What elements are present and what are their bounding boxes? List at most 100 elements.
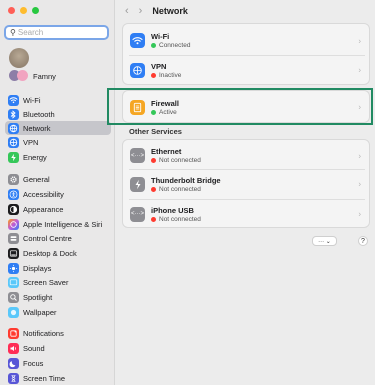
sidebar-item-focus[interactable]: Focus [5,356,111,370]
sidebar-item-network[interactable]: Network [5,121,111,135]
sidebar-item-label: Sound [23,343,45,353]
accessibility-icon [8,188,19,200]
window-controls [8,7,39,14]
status-dot [151,43,156,48]
sidebar-item-accessibility[interactable]: Accessibility [5,187,111,201]
zoom-button[interactable] [32,7,39,14]
chevron-right-icon: › [358,179,361,189]
speaker-icon [8,342,19,354]
main-pane: ‹ › Network Wi-Fi Connected › VPN Inacti… [116,0,375,385]
sidebar-item-label: Bluetooth [23,109,55,119]
service-row-vpn[interactable]: VPN Inactive › [123,56,369,84]
wallpaper-icon [8,306,19,318]
sidebar-item-label: General [23,174,50,184]
sidebar-item-label: Energy [23,152,47,162]
status-dot [151,186,156,192]
section-title: Other Services [129,127,182,136]
siri-icon [8,218,19,230]
service-name: VPN [151,61,167,71]
sidebar-item-wallpaper[interactable]: Wallpaper [5,305,111,319]
forward-button[interactable]: › [139,5,143,17]
minimize-button[interactable] [20,7,27,14]
status-dot [151,216,156,222]
service-row-ethernet[interactable]: <···> Ethernet Not connected › [123,142,369,169]
sidebar-item-sound[interactable]: Sound [5,341,111,355]
sidebar-item-control-centre[interactable]: Control Centre [5,231,111,245]
status-dot [151,158,156,163]
sun-icon [8,262,19,274]
sidebar-item-displays[interactable]: Displays [5,261,111,275]
avatar[interactable] [9,48,29,68]
sidebar-item-label: Control Centre [23,233,72,243]
bluetooth-icon [8,108,19,120]
sidebar-item-label: Network [23,123,51,133]
service-status: Connected [159,42,191,49]
chevron-right-icon: › [358,36,361,45]
appearance-icon [8,203,19,215]
ethernet-icon: <···> [130,206,145,222]
service-name: iPhone USB [151,205,194,215]
control-centre-icon [8,232,19,244]
gear-icon [8,173,19,185]
status-dot [151,72,156,78]
services-card: Wi-Fi Connected › VPN Inactive › [122,23,370,85]
sidebar-item-label: Notifications [23,328,64,338]
sidebar: ⚲ Search Famny Wi-Fi Bluetooth Network V… [0,0,115,385]
service-status: Not connected [159,157,201,164]
other-services-card: <···> Ethernet Not connected › Thunderbo… [122,139,370,228]
sidebar-item-label: Appearance [23,204,64,214]
help-button[interactable]: ? [358,236,368,246]
chevron-right-icon: › [358,65,361,75]
search-icon: ⚲ [10,28,16,37]
sidebar-item-label: Desktop & Dock [23,248,77,258]
search-icon [8,291,19,303]
service-name: Wi-Fi [151,32,170,41]
globe-lock-icon [130,62,145,78]
sidebar-item-label: Displays [23,263,52,273]
sidebar-item-appearance[interactable]: Appearance [5,202,111,216]
moon-icon [8,357,19,369]
family-item[interactable]: Famny [9,70,56,82]
service-status: Not connected [159,215,201,223]
sidebar-item-vpn[interactable]: VPN [5,135,111,149]
sidebar-item-wifi[interactable]: Wi-Fi [5,93,111,107]
sidebar-item-label: Wallpaper [23,307,57,317]
sidebar-item-label: Wi-Fi [23,95,41,105]
back-button[interactable]: ‹ [125,5,129,17]
search-input[interactable]: ⚲ Search [4,25,109,40]
search-placeholder: Search [17,28,44,37]
hourglass-icon [8,372,19,384]
service-status: Inactive [159,71,182,79]
service-name: Ethernet [151,147,182,156]
sidebar-item-label: Screen Saver [23,277,69,287]
sidebar-item-label: Apple Intelligence & Siri [23,219,103,229]
thunderbolt-icon [130,176,145,192]
toolbar: ‹ › Network [116,0,375,22]
globe-icon [8,122,19,134]
bell-icon [8,327,19,339]
family-label: Famny [33,71,56,81]
sidebar-item-general[interactable]: General [5,172,111,186]
bolt-icon [8,151,19,163]
sidebar-item-spotlight[interactable]: Spotlight [5,290,111,304]
sidebar-item-bluetooth[interactable]: Bluetooth [5,107,111,121]
service-row-iphone-usb[interactable]: <···> iPhone USB Not connected › [123,200,369,228]
service-row-wifi[interactable]: Wi-Fi Connected › [123,27,369,54]
sidebar-item-energy[interactable]: Energy [5,150,111,164]
sidebar-item-siri[interactable]: Apple Intelligence & Siri [5,217,111,231]
sidebar-item-label: Spotlight [23,292,53,302]
service-status: Not connected [159,185,201,193]
wifi-icon [130,33,145,48]
dock-icon [8,247,19,259]
service-row-thunderbolt[interactable]: Thunderbolt Bridge Not connected › [123,170,369,198]
chevron-right-icon: › [358,209,361,219]
more-actions-button[interactable]: ··· ⌄ [312,236,337,246]
family-avatars-icon [9,70,29,82]
sidebar-item-screen-saver[interactable]: Screen Saver [5,275,111,289]
sidebar-item-notifications[interactable]: Notifications [5,326,111,340]
sidebar-item-desktop-dock[interactable]: Desktop & Dock [5,246,111,260]
sidebar-item-screen-time[interactable]: Screen Time [5,371,111,385]
close-button[interactable] [8,7,15,14]
sidebar-item-label: VPN [23,137,39,147]
wifi-icon [8,94,19,106]
